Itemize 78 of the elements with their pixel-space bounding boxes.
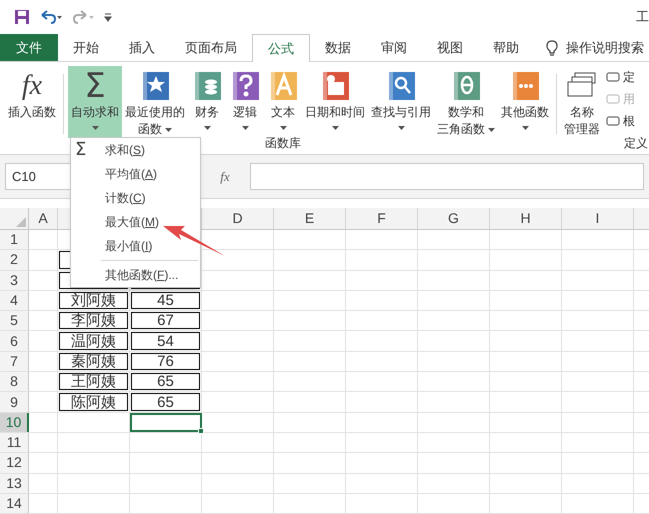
sigma-icon: Σ: [75, 141, 86, 159]
ribbon-tab[interactable]: 页面布局: [170, 34, 252, 61]
window-title: 工: [636, 8, 649, 26]
ribbon-tab[interactable]: 帮助: [478, 34, 534, 61]
ribbon-button[interactable]: 查找与引用: [368, 66, 434, 138]
ribbon-button[interactable]: 逻辑: [226, 66, 264, 138]
group-label: 定义: [624, 135, 648, 152]
column-header[interactable]: D: [202, 208, 274, 229]
menu-item[interactable]: 其他函数(F)...: [71, 263, 200, 287]
ribbon-button[interactable]: Σ 自动求和: [68, 66, 122, 138]
ribbon-button[interactable]: 日期和时间: [302, 66, 368, 138]
ribbon-tab[interactable]: 视图: [422, 34, 478, 61]
table-cell: 76: [131, 352, 200, 370]
table-cell: 温阿姨: [59, 332, 128, 350]
tag-icon: [606, 115, 620, 127]
ribbon-tab[interactable]: 审阅: [366, 34, 422, 61]
ribbon-button[interactable]: 名称 管理器: [561, 66, 603, 138]
row-header[interactable]: 1: [0, 230, 29, 250]
table-cell: 陈阿姨: [59, 393, 128, 411]
ribbon-button[interactable]: fx 插入函数: [5, 66, 59, 138]
table-cell: 67: [131, 312, 200, 330]
column-header[interactable]: H: [490, 208, 562, 229]
column-header[interactable]: F: [346, 208, 418, 229]
column-header[interactable]: A: [29, 208, 58, 229]
row-header[interactable]: 9: [0, 392, 29, 412]
menu-item[interactable]: 计数(C): [71, 186, 200, 210]
table-cell: 李阿姨: [59, 312, 128, 330]
row-header[interactable]: 6: [0, 331, 29, 351]
table-cell: 刘阿姨: [59, 292, 128, 310]
row-header[interactable]: 11: [0, 432, 29, 452]
row-header[interactable]: 10: [0, 412, 29, 432]
table-cell: 65: [131, 373, 200, 390]
insert-function-icon[interactable]: fx: [200, 166, 250, 186]
undo-icon[interactable]: [40, 10, 62, 24]
row-header[interactable]: 13: [0, 474, 29, 493]
row-header[interactable]: 3: [0, 270, 29, 290]
table-cell: 秦阿姨: [59, 352, 128, 370]
file-tab[interactable]: 文件: [0, 34, 58, 61]
ribbon-button[interactable]: 财务: [188, 66, 226, 138]
tag-icon: [606, 71, 620, 83]
row-header[interactable]: 12: [0, 453, 29, 473]
column-header[interactable]: E: [274, 208, 346, 229]
row-header[interactable]: 7: [0, 352, 29, 372]
function-icon: fx: [22, 70, 42, 102]
ribbon-tab[interactable]: 插入: [114, 34, 170, 61]
selected-cell[interactable]: [130, 412, 202, 432]
ribbon-button[interactable]: 最近使用的 函数: [122, 66, 188, 138]
row-header[interactable]: 2: [0, 250, 29, 270]
table-cell: 65: [131, 393, 200, 411]
ribbon-small-button[interactable]: 根: [606, 112, 635, 130]
sigma-icon: Σ: [84, 70, 106, 102]
row-header[interactable]: 14: [0, 494, 29, 514]
ribbon-tab[interactable]: 公式: [252, 34, 310, 62]
menu-item[interactable]: 平均值(A): [71, 162, 200, 186]
ribbon-tab[interactable]: 数据: [310, 34, 366, 61]
column-header[interactable]: I: [562, 208, 634, 229]
ribbon-button[interactable]: 其他函数: [498, 66, 552, 138]
formula-input[interactable]: [250, 163, 644, 190]
menu-item[interactable]: 最小值(I): [71, 234, 200, 258]
ribbon-button[interactable]: 文本: [264, 66, 302, 138]
menu-item[interactable]: Σ 求和(S): [71, 138, 200, 162]
tag-icon: [606, 93, 620, 105]
group-label: 函数库: [265, 135, 301, 152]
ribbon-tab[interactable]: 开始: [58, 34, 114, 61]
menu-item[interactable]: 最大值(M): [71, 210, 200, 234]
table-cell: 王阿姨: [59, 373, 128, 390]
ribbon-button[interactable]: 数学和 三角函数: [434, 66, 498, 138]
table-cell: 45: [131, 292, 200, 310]
lightbulb-icon: [546, 40, 558, 56]
tell-me-search[interactable]: 操作说明搜索: [566, 38, 644, 58]
save-icon[interactable]: [14, 9, 30, 25]
ribbon-small-button[interactable]: 定: [606, 68, 635, 86]
row-header[interactable]: 8: [0, 372, 29, 392]
row-header[interactable]: 5: [0, 311, 29, 330]
table-cell: 54: [131, 332, 200, 350]
customize-icon[interactable]: [104, 12, 112, 22]
column-header[interactable]: G: [418, 208, 490, 229]
row-header[interactable]: 4: [0, 290, 29, 310]
